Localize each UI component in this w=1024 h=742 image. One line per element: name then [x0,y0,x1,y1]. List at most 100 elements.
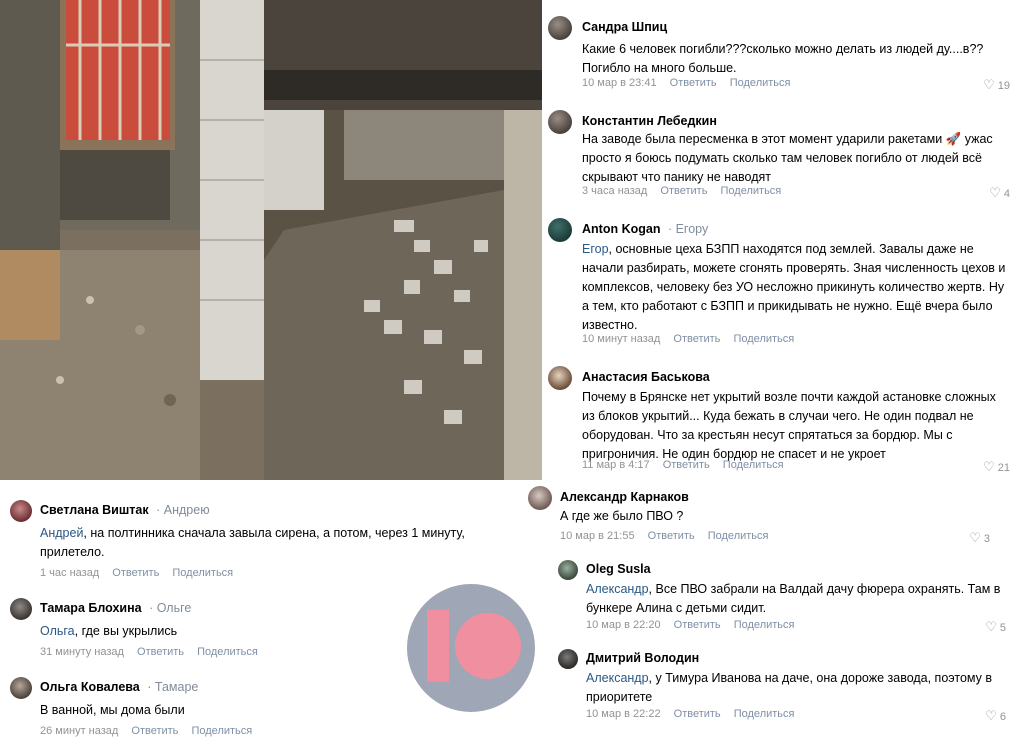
mention-link[interactable]: Александр [586,582,649,596]
photo-basement-window [0,0,264,480]
reply-button[interactable]: Ответить [673,333,720,345]
comment-time[interactable]: 10 мар в 21:55 [560,530,635,542]
mention-link[interactable]: Андрей [40,526,83,540]
comment: Светлана Виштак · Андрею Андрей, на полт… [10,500,490,584]
avatar[interactable] [548,366,572,390]
author-name[interactable]: Дмитрий Володин [586,651,699,665]
like-button[interactable]: ♡ 5 [985,619,1006,635]
comment-text: Андрей, на полтинника сначала завыла сир… [40,526,465,559]
heart-icon: ♡ [985,619,997,634]
avatar[interactable] [548,110,572,134]
share-button[interactable]: Поделиться [723,459,784,471]
avatar[interactable] [558,649,578,669]
like-button[interactable]: ♡ 3 [969,530,990,546]
reply-button[interactable]: Ответить [674,619,721,631]
mention-link[interactable]: Ольга [40,624,75,638]
share-button[interactable]: Поделиться [172,567,233,579]
mention-link[interactable]: Егор [582,242,609,256]
comment: Тамара Блохина · Ольге Ольга, где вы укр… [10,598,410,662]
reply-button[interactable]: Ответить [663,459,710,471]
photo-basement-rubble [264,0,542,480]
reply-to[interactable]: · Тамаре [147,680,198,694]
share-button[interactable]: Поделиться [191,725,252,737]
comment: Анастасия Баськова Почему в Брянске нет … [548,366,1014,476]
like-button[interactable]: ♡ 19 [983,77,1010,93]
channel-logo [407,584,535,712]
avatar[interactable] [10,598,32,620]
share-button[interactable]: Поделиться [733,333,794,345]
heart-icon: ♡ [983,459,995,474]
avatar[interactable] [558,560,578,580]
author-name[interactable]: Сандра Шпиц [582,20,667,34]
share-button[interactable]: Поделиться [197,646,258,658]
share-button[interactable]: Поделиться [730,77,791,89]
share-button[interactable]: Поделиться [734,708,795,720]
comment-text: Какие 6 человек погибли???сколько можно … [582,42,984,75]
comment: Константин Лебедкин На заводе была перес… [548,110,1014,200]
avatar[interactable] [548,218,572,242]
comment-text: Александр, у Тимура Иванова на даче, она… [586,671,993,704]
reply-button[interactable]: Ответить [648,530,695,542]
comment-time[interactable]: 31 минуту назад [40,646,124,658]
reply-button[interactable]: Ответить [131,725,178,737]
author-name[interactable]: Анастасия Баськова [582,370,710,384]
comment: Дмитрий Володин Александр, у Тимура Иван… [558,649,1014,725]
reply-button[interactable]: Ответить [660,185,707,197]
comment-text: На заводе была пересменка в этот момент … [582,132,993,184]
author-name[interactable]: Александр Карнаков [560,490,689,504]
comment-time[interactable]: 3 часа назад [582,185,647,197]
like-button[interactable]: ♡ 6 [985,708,1006,724]
comment-text: Ольга, где вы укрылись [40,624,178,638]
avatar[interactable] [10,500,32,522]
comment: Ольга Ковалева · Тамаре В ванной, мы дом… [10,677,410,741]
like-count: 3 [983,533,990,545]
comment: Сандра Шпиц Какие 6 человек погибли???ск… [548,16,1014,96]
author-name[interactable]: Ольга Ковалева [40,680,140,694]
comment-text: Егор, основные цеха БЗПП находятся под з… [582,242,1006,332]
author-name[interactable]: Тамара Блохина [40,601,142,615]
author-name[interactable]: Oleg Susla [586,562,651,576]
comment: Oleg Susla Александр, Все ПВО забрали на… [558,560,1014,636]
like-button[interactable]: ♡ 21 [983,459,1010,475]
like-button[interactable]: ♡ 4 [989,185,1010,201]
reply-button[interactable]: Ответить [112,567,159,579]
comment-time[interactable]: 10 минут назад [582,333,660,345]
author-name[interactable]: Светлана Виштак [40,503,149,517]
heart-icon: ♡ [985,708,997,723]
reply-to[interactable]: · Егору [668,222,708,236]
like-count: 4 [1003,188,1010,200]
comment-text: В ванной, мы дома были [40,703,185,717]
comment-time[interactable]: 10 мар в 22:20 [586,619,661,631]
avatar[interactable] [10,677,32,699]
reply-to[interactable]: · Андрею [156,503,209,517]
heart-icon: ♡ [969,530,981,545]
author-name[interactable]: Константин Лебедкин [582,114,717,128]
comment-text: Александр, Все ПВО забрали на Валдай дач… [586,582,1001,615]
heart-icon: ♡ [983,77,995,92]
comment-time[interactable]: 26 минут назад [40,725,118,737]
reply-to[interactable]: · Ольге [149,601,191,615]
comment-time[interactable]: 11 мар в 4:17 [582,459,650,471]
comment-time[interactable]: 1 час назад [40,567,99,579]
avatar[interactable] [528,486,552,510]
comment-text: Почему в Брянске нет укрытий возле почти… [582,390,996,461]
comment: Anton Kogan · Егору Егор, основные цеха … [548,218,1014,348]
comment-time[interactable]: 10 мар в 23:41 [582,77,657,89]
share-button[interactable]: Поделиться [721,185,782,197]
comment-text: А где же было ПВО ? [560,509,684,523]
mention-link[interactable]: Александр [586,671,649,685]
like-count: 21 [997,462,1010,474]
comment-time[interactable]: 10 мар в 22:22 [586,708,661,720]
reply-button[interactable]: Ответить [670,77,717,89]
author-name[interactable]: Anton Kogan [582,222,660,236]
heart-icon: ♡ [989,185,1001,200]
share-button[interactable]: Поделиться [708,530,769,542]
comment: Александр Карнаков А где же было ПВО ? 1… [528,486,1014,546]
like-count: 19 [997,80,1010,92]
reply-button[interactable]: Ответить [137,646,184,658]
share-button[interactable]: Поделиться [734,619,795,631]
reply-button[interactable]: Ответить [674,708,721,720]
like-count: 6 [999,711,1006,723]
like-count: 5 [999,622,1006,634]
avatar[interactable] [548,16,572,40]
